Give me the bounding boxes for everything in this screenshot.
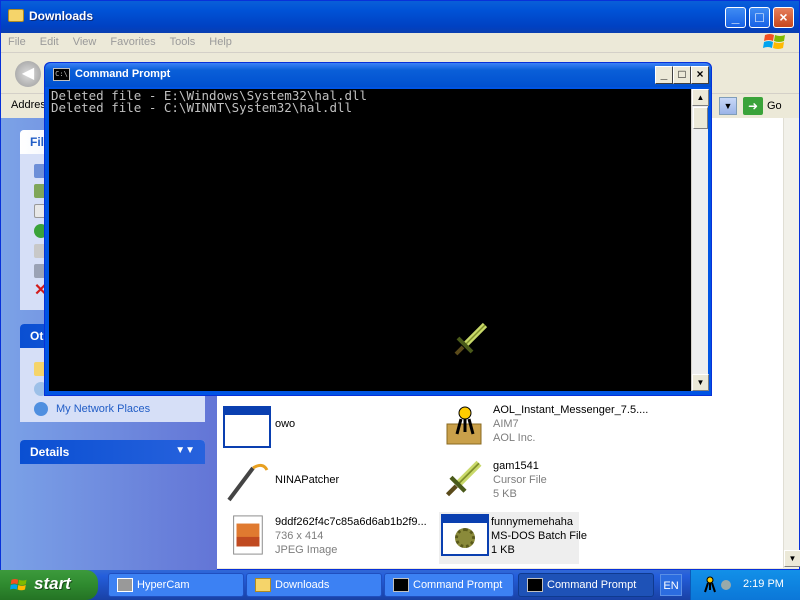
cmd-icon: C:\ [53, 68, 70, 81]
wand-icon [227, 463, 269, 502]
windows-logo-icon [763, 34, 785, 49]
file-item-owo[interactable]: owo [221, 404, 431, 454]
file-dimensions: 736 x 414 [275, 530, 324, 542]
file-type: MS-DOS Batch File [491, 530, 587, 542]
cmd-title: Command Prompt [75, 68, 171, 80]
taskbar-button-hypercam[interactable]: HyperCam [108, 573, 244, 597]
go-arrow-icon[interactable]: ➜ [743, 97, 763, 115]
details-panel: Details ▼▼ [20, 440, 205, 464]
file-item-jpeg[interactable]: 9ddf262f4c7c85a6d6ab1b2f9... 736 x 414 J… [221, 512, 435, 564]
windows-logo-icon [10, 579, 27, 591]
system-tray: 2:19 PM [690, 570, 800, 600]
chevron-down-icon[interactable]: ▼▼ [175, 445, 195, 456]
sword-icon [445, 460, 482, 497]
console-output[interactable]: Deleted file - E:\Windows\System32\hal.d… [49, 89, 691, 391]
hypercam-icon [117, 578, 133, 592]
image-icon [233, 515, 263, 555]
file-name: 9ddf262f4c7c85a6d6ab1b2f9... [275, 516, 427, 528]
cmd-icon [527, 578, 543, 592]
address-dropdown-button[interactable]: ▼ [719, 97, 737, 115]
command-prompt-window: C:\ Command Prompt _ □ × Deleted file - … [44, 62, 712, 396]
clock[interactable]: 2:19 PM [743, 578, 784, 590]
taskbar-button-label: Command Prompt [413, 579, 503, 591]
menu-file[interactable]: File [1, 33, 33, 51]
file-type: AIM7 [493, 418, 519, 430]
batch-gear-icon [441, 514, 489, 556]
maximize-button[interactable]: □ [749, 7, 770, 28]
file-company: AOL Inc. [493, 432, 536, 444]
volume-icon[interactable] [721, 580, 731, 590]
menu-bar: File Edit View Favorites Tools Help [1, 33, 799, 53]
taskbar-button-label: Downloads [275, 579, 330, 591]
menu-edit[interactable]: Edit [33, 33, 66, 51]
file-item-gam1541[interactable]: gam1541 Cursor File 5 KB [439, 456, 679, 508]
start-label: start [34, 574, 71, 593]
cmd-minimize-button[interactable]: _ [655, 66, 673, 84]
back-button[interactable]: ◀ [15, 61, 41, 87]
taskbar-button-cmd-2[interactable]: Command Prompt [518, 573, 654, 597]
folder-icon [8, 9, 24, 22]
window-icon [223, 406, 271, 448]
sword-cursor-icon [454, 322, 488, 356]
console-line: Deleted file - C:\WINNT\System32\hal.dll [51, 100, 353, 115]
taskbar: start HyperCam Downloads Command Prompt … [0, 570, 800, 600]
file-type: JPEG Image [275, 544, 338, 556]
network-places-icon[interactable] [34, 402, 48, 416]
menu-favorites[interactable]: Favorites [103, 33, 162, 51]
file-list-scrollbar[interactable]: ▼ [783, 118, 800, 568]
taskbar-button-downloads[interactable]: Downloads [246, 573, 382, 597]
cmd-icon [393, 578, 409, 592]
cmd-title-bar[interactable]: C:\ Command Prompt _ □ × [45, 63, 711, 87]
language-indicator[interactable]: EN [660, 574, 682, 596]
start-button[interactable]: start [0, 570, 98, 600]
folder-icon [255, 578, 271, 592]
aim-setup-icon [446, 406, 482, 445]
file-item-batch[interactable]: funnymemehaha MS-DOS Batch File 1 KB [439, 512, 587, 564]
explorer-title: Downloads [29, 9, 94, 23]
cmd-maximize-button[interactable]: □ [673, 66, 691, 84]
cmd-scroll-up-button[interactable]: ▲ [692, 89, 709, 106]
menu-view[interactable]: View [66, 33, 104, 51]
cmd-scroll-thumb[interactable] [693, 107, 708, 129]
cmd-close-button[interactable]: × [691, 66, 709, 84]
taskbar-button-label: Command Prompt [547, 579, 637, 591]
file-name: gam1541 [493, 460, 539, 472]
taskbar-button-cmd-1[interactable]: Command Prompt [384, 573, 514, 597]
file-name: NINAPatcher [275, 474, 340, 486]
file-size: 5 KB [493, 488, 517, 500]
menu-help[interactable]: Help [202, 33, 239, 51]
taskbar-button-label: HyperCam [137, 579, 190, 591]
file-name: funnymemehaha [491, 516, 573, 528]
file-type: Cursor File [493, 474, 547, 486]
cmd-scroll-down-button[interactable]: ▼ [692, 374, 709, 391]
file-name: AOL_Instant_Messenger_7.5.... [493, 404, 649, 416]
file-size: 1 KB [491, 544, 515, 556]
file-item-ninapatcher[interactable]: NINAPatcher [221, 458, 431, 508]
menu-tools[interactable]: Tools [163, 33, 203, 51]
file-name: owo [275, 418, 296, 430]
aim-tray-icon[interactable] [701, 576, 719, 594]
explorer-title-bar[interactable]: Downloads _ □ × [1, 1, 799, 33]
close-button[interactable]: × [773, 7, 794, 28]
cmd-scrollbar[interactable]: ▲ ▼ [691, 89, 709, 391]
my-network-places-link[interactable]: My Network Places [56, 403, 150, 415]
scroll-down-button[interactable]: ▼ [784, 550, 800, 567]
file-item-aol[interactable]: AOL_Instant_Messenger_7.5.... AIM7 AOL I… [439, 402, 679, 452]
go-button[interactable]: Go [767, 100, 782, 112]
minimize-button[interactable]: _ [725, 7, 746, 28]
